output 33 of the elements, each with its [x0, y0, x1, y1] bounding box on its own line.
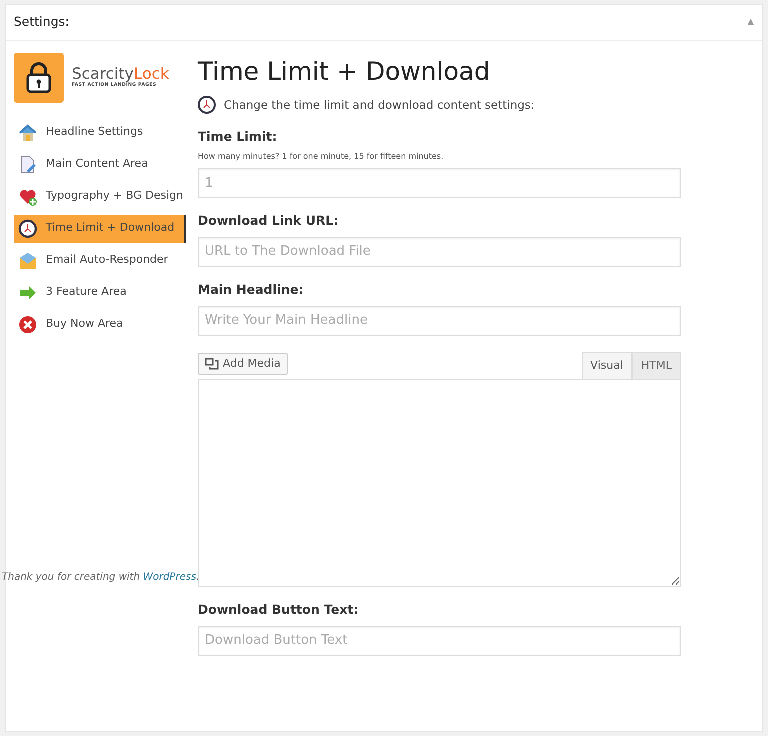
sidebar-item[interactable]: 3 Feature Area [14, 278, 186, 307]
input-field[interactable]: Download Button Text [198, 626, 681, 656]
input-field[interactable]: 1 [198, 168, 681, 198]
add-media-button[interactable]: Add Media [198, 352, 288, 375]
brand-name: ScarcityLock [72, 66, 170, 83]
input-field[interactable]: Write Your Main Headline [198, 306, 681, 336]
sidebar-item[interactable]: Time Limit + Download [14, 214, 186, 243]
field-hint: How many minutes? 1 for one minute, 15 for fifteen minutes. [198, 151, 445, 163]
media-icon [205, 358, 219, 370]
clock-icon [198, 96, 216, 114]
field-label: Download Link URL: [198, 212, 340, 230]
clock-icon [18, 218, 38, 239]
editor-tab[interactable]: Visual [582, 352, 632, 379]
sidebar-item[interactable]: Headline Settings [14, 118, 186, 147]
sidebar-item[interactable]: Email Auto-Responder [14, 246, 186, 275]
content-editor[interactable] [198, 379, 681, 587]
intro-text: Change the time limit and download content settings: [224, 96, 535, 114]
padlock-logo-icon [14, 52, 64, 103]
panel-title: Settings: [14, 13, 70, 31]
sidebar-item[interactable]: Buy Now Area [14, 310, 186, 339]
field-label: Download Button Text: [198, 601, 360, 619]
input-field[interactable]: URL to The Download File [198, 236, 681, 267]
sidebar-item[interactable]: Main Content Area [14, 150, 186, 179]
home-icon [18, 122, 38, 143]
field-label: Time Limit: [198, 128, 278, 146]
sidebar-item[interactable]: Typography + BG Design [14, 182, 186, 211]
close-icon [18, 314, 38, 335]
page-heading: Time Limit + Download [198, 56, 492, 88]
footer-text: Thank you for creating with WordPress. [2, 570, 200, 585]
envelope-icon [18, 250, 38, 271]
wordpress-link[interactable]: WordPress [143, 572, 196, 583]
editor-tab[interactable]: HTML [632, 352, 681, 379]
field-label: Main Headline: [198, 280, 305, 299]
